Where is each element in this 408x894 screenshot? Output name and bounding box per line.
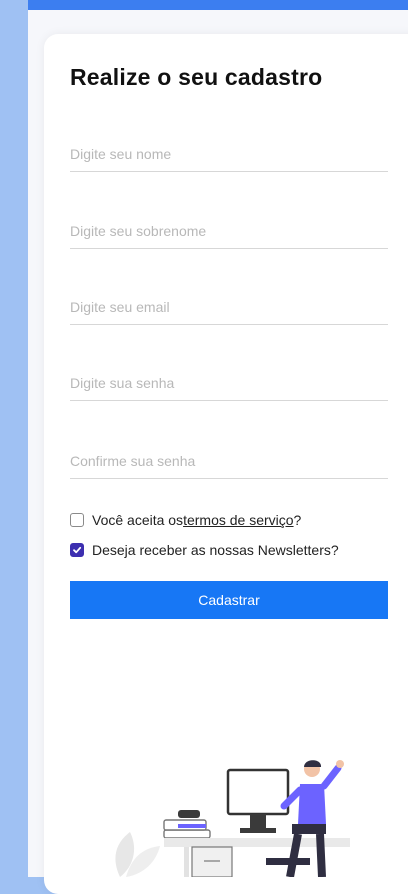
checkmark-icon — [73, 546, 82, 554]
name-input[interactable] — [70, 137, 388, 172]
password-input[interactable] — [70, 366, 388, 401]
newsletter-checkbox[interactable] — [70, 543, 84, 557]
newsletter-label: Deseja receber as nossas Newsletters? — [92, 542, 339, 558]
person-at-desk-illustration — [115, 760, 350, 877]
newsletter-row: Deseja receber as nossas Newsletters? — [70, 541, 339, 559]
terms-link[interactable]: termos de serviço — [183, 512, 293, 528]
terms-row: Você aceita os termos de serviço ? — [70, 511, 301, 529]
surname-input[interactable] — [70, 214, 388, 249]
page-title: Realize o seu cadastro — [70, 64, 323, 90]
terms-label-suffix: ? — [293, 512, 302, 528]
terms-label-prefix: Você aceita os — [92, 512, 184, 528]
terms-checkbox[interactable] — [70, 513, 84, 527]
confirm-password-input[interactable] — [70, 444, 388, 479]
email-input[interactable] — [70, 290, 388, 325]
submit-button[interactable]: Cadastrar — [70, 581, 388, 619]
